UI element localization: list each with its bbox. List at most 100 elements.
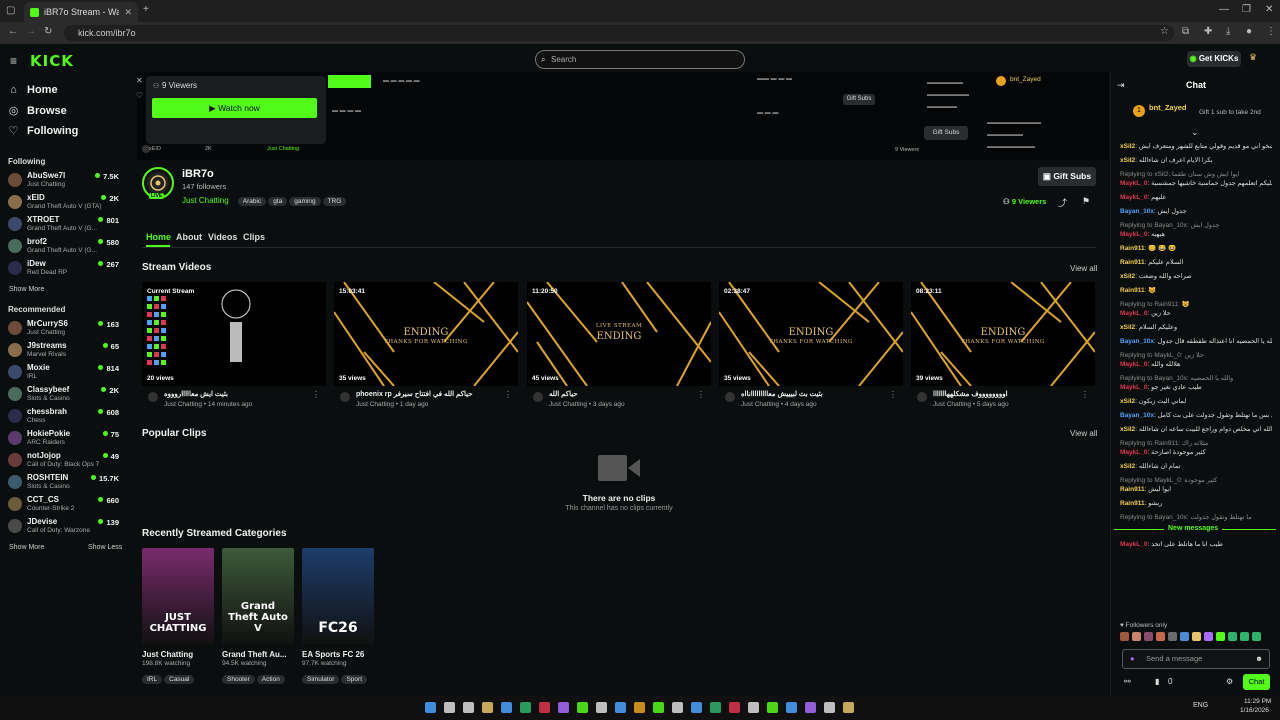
emote-icon[interactable] xyxy=(1240,632,1249,641)
browser-menu-icon[interactable]: ⋮ xyxy=(1266,26,1276,37)
video-thumbnail[interactable]: Current Stream 20 views xyxy=(142,282,326,386)
reload-icon[interactable]: ↻ xyxy=(44,26,52,37)
sidebar-channel[interactable]: J9streams Marvel Rivals 65 xyxy=(8,340,122,362)
chat-username[interactable]: xSil2 xyxy=(1120,273,1135,280)
taskbar-app-icon[interactable] xyxy=(786,702,797,713)
chat-username[interactable]: Bayan_10x xyxy=(1120,208,1154,215)
tab-search-icon[interactable]: ▢ xyxy=(6,5,15,16)
video-channel-avatar[interactable] xyxy=(340,392,350,402)
taskbar-app-icon[interactable] xyxy=(501,702,512,713)
chat-username[interactable]: MaykL_0 xyxy=(1120,449,1147,456)
taskbar-app-icon[interactable] xyxy=(672,702,683,713)
video-channel-avatar[interactable] xyxy=(148,392,158,402)
taskbar-app-icon[interactable] xyxy=(653,702,664,713)
stream-video-card[interactable]: ENDING THANKS FOR WATCHING 02:38:47 35 view… xyxy=(719,282,903,408)
pinned-chevron-icon[interactable]: ⌄ xyxy=(1191,127,1199,138)
video-thumbnail[interactable]: ENDING THANKS FOR WATCHING 08:23:11 39 view… xyxy=(911,282,1095,386)
mini-gift-subs-button[interactable]: Gift Subs xyxy=(843,94,875,105)
video-more-options-icon[interactable]: ⋮ xyxy=(697,390,705,399)
chat-message[interactable]: MaykL_0: بحساس فحتت الجان عليكم اتعلمهم … xyxy=(1120,180,1272,188)
chat-username[interactable]: Rain911 xyxy=(1120,486,1145,493)
hamburger-menu-icon[interactable]: ≡ xyxy=(10,54,17,68)
gift-subs-button[interactable]: ▣ Gift Subs xyxy=(1038,167,1096,186)
category-name[interactable]: Grand Theft Au... xyxy=(222,650,296,659)
tab-videos[interactable]: Videos xyxy=(208,232,237,242)
chat-message[interactable]: Replying to Rain911: 😺 xyxy=(1120,301,1272,309)
sidebar-channel[interactable]: CCT_CS Counter-Strike 2 660 xyxy=(8,494,122,516)
nav-home[interactable]: ⌂ Home xyxy=(8,84,57,96)
chat-message[interactable]: MaykL_0: كثير موجودة اصارحة xyxy=(1120,449,1272,457)
url-input[interactable]: kick.com/ibr7o xyxy=(64,25,1174,41)
video-channel-avatar[interactable] xyxy=(533,392,543,402)
chat-message[interactable]: Bayan_10x: جدول ايش xyxy=(1120,208,1272,216)
category-cover[interactable]: Grand Theft Auto V xyxy=(222,548,294,644)
video-title[interactable]: بثيت ايش معاااااروووه xyxy=(164,390,314,398)
chat-username[interactable]: xSil2 xyxy=(1120,143,1135,150)
chat-message[interactable]: MaykL_0: عليهم xyxy=(1120,194,1272,202)
extensions-puzzle-icon[interactable]: ✚ xyxy=(1204,26,1212,37)
close-tab-icon[interactable]: ✕ xyxy=(124,7,132,18)
sidebar-channel[interactable]: ROSHTEIN Slots & Casino 15.7K xyxy=(8,472,122,494)
emoji-icon[interactable]: ☻ xyxy=(1255,650,1263,668)
minimize-icon[interactable]: — xyxy=(1219,4,1229,15)
tab-home[interactable]: Home xyxy=(146,232,171,242)
kicks-wallet-icon[interactable]: ▮ xyxy=(1155,677,1159,686)
chat-message[interactable]: Replying to Bayan_10x: ما تهتلط وتقول جد… xyxy=(1120,514,1272,522)
restore-icon[interactable]: ❐ xyxy=(1242,4,1251,15)
video-more-options-icon[interactable]: ⋮ xyxy=(312,390,320,399)
chat-username[interactable]: MaykL_0 xyxy=(1120,231,1147,238)
video-title[interactable]: حياكم الله xyxy=(549,390,699,398)
taskbar-app-icon[interactable] xyxy=(615,702,626,713)
taskbar-app-icon[interactable] xyxy=(710,702,721,713)
chat-message[interactable]: Replying to xSil2: ايوا ايش وش سنان طقما xyxy=(1120,171,1272,179)
chat-username[interactable]: xSil2 xyxy=(1120,426,1135,433)
chat-username[interactable]: MaykL_0 xyxy=(1120,180,1147,187)
sidebar-channel[interactable]: XTROET Grand Theft Auto V (G... 801 xyxy=(8,214,122,236)
chat-username[interactable]: MaykL_0 xyxy=(1120,194,1147,201)
chat-message[interactable]: Bayan_10x: اي بس ما تهتلط وتقول جدولت عل… xyxy=(1120,412,1272,420)
banner-gift-subs-button[interactable]: Gift Subs xyxy=(924,126,968,140)
category-name[interactable]: Just Chatting xyxy=(142,650,216,659)
taskbar-app-icon[interactable] xyxy=(482,702,493,713)
chat-username[interactable]: xSil2 xyxy=(1120,157,1135,164)
category-tag[interactable]: Sport xyxy=(341,675,368,684)
chat-username[interactable]: MaykL_0 xyxy=(1120,384,1147,391)
emote-icon[interactable] xyxy=(1216,632,1225,641)
channel-tag[interactable]: gaming xyxy=(289,197,321,206)
chat-message[interactable]: xSil2: وعليكم السلام xyxy=(1120,324,1272,332)
chat-message[interactable]: Replying to MaykL_0: حلا زين xyxy=(1120,352,1272,360)
nav-following[interactable]: ♡ Following xyxy=(8,124,79,138)
chat-username[interactable]: xSil2 xyxy=(1120,398,1135,405)
heart-follow-icon[interactable]: ♡ xyxy=(136,91,143,100)
video-title[interactable]: بثيت بث لبيييش معااااااااانااه xyxy=(741,390,891,398)
chat-username[interactable]: Bayan_10x xyxy=(1120,412,1154,419)
clock-time[interactable]: 11:29 PM xyxy=(1244,698,1271,705)
chat-username[interactable]: MaykL_0 xyxy=(1120,310,1147,317)
taskbar-app-icon[interactable] xyxy=(691,702,702,713)
sidebar-channel[interactable]: Moxie IRL 814 xyxy=(8,362,122,384)
chat-message[interactable]: MaykL_0: حلا زين xyxy=(1120,310,1272,318)
sidebar-channel[interactable]: xEID Grand Theft Auto V (GTA) 2K xyxy=(8,192,122,214)
show-more-recommended-button[interactable]: Show More xyxy=(9,544,44,551)
category-name[interactable]: EA Sports FC 26 xyxy=(302,650,376,659)
category-card[interactable]: Grand Theft Auto V Grand Theft Au... 94.5K… xyxy=(222,548,296,684)
category-tag[interactable]: Casual xyxy=(164,675,195,684)
taskbar-app-icon[interactable] xyxy=(748,702,759,713)
watch-now-button[interactable]: ▶ Watch now xyxy=(152,98,317,118)
category-tag[interactable]: Action xyxy=(256,675,285,684)
taskbar-app-icon[interactable] xyxy=(843,702,854,713)
chat-message[interactable]: xSil2: صراحه والله وضعت xyxy=(1120,273,1272,281)
sidebar-channel[interactable]: AbuSwe7l Just Chatting 7.5K xyxy=(8,170,122,192)
get-kicks-button[interactable]: ◉ Get KICKs xyxy=(1187,51,1241,67)
chat-message[interactable]: xSil2: تمام ان شاءالله xyxy=(1120,463,1272,471)
category-cover[interactable]: FC26 xyxy=(302,548,374,644)
clock-date[interactable]: 1/16/2026 xyxy=(1240,707,1269,714)
chat-message[interactable]: MaykL_0: هلالله والله xyxy=(1120,361,1272,369)
top-gifter-name[interactable]: bnt_Zayed xyxy=(1149,103,1187,112)
sidebar-channel[interactable]: HokiePokie ARC Raiders 75 xyxy=(8,428,122,450)
bookmark-star-icon[interactable]: ☆ xyxy=(1160,26,1169,37)
chat-message[interactable]: Bayan_10x: والله يا الحمصيه انا اعتذاله … xyxy=(1120,338,1272,346)
profile-icon[interactable]: ● xyxy=(1246,26,1252,37)
taskbar-app-icon[interactable] xyxy=(729,702,740,713)
emote-icon[interactable] xyxy=(1120,632,1129,641)
